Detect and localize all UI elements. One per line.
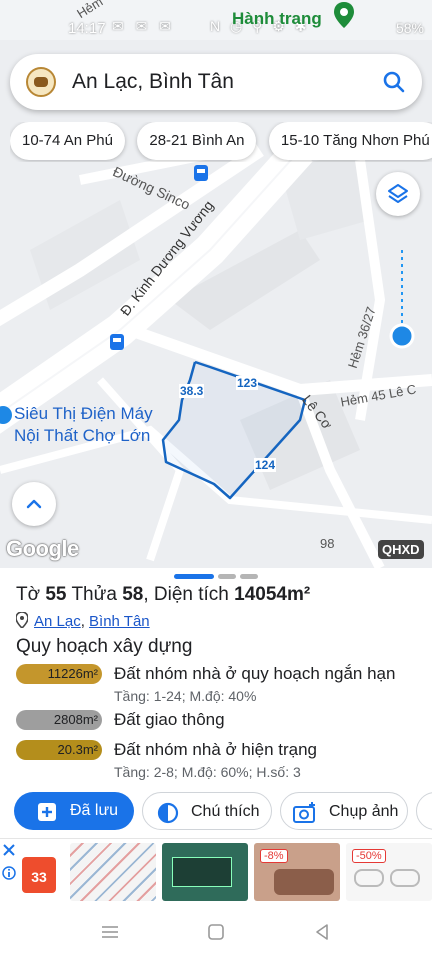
district-link[interactable]: Bình Tân <box>89 613 150 630</box>
parcel-area: 14054m² <box>234 584 311 605</box>
ad-banner[interactable]: 33 -8% -50% <box>0 838 432 904</box>
parcel-info-sheet: Tờ 55 Thửa 58, Diện tích 14054m² An Lạc,… <box>0 568 432 838</box>
parcel-edge-label-124: 124 <box>254 458 277 472</box>
take-photo-label: Chụp ảnh <box>329 803 399 820</box>
discount-tag: -8% <box>260 849 288 863</box>
sheet-pager[interactable] <box>174 574 262 579</box>
discount-tag: -50% <box>352 849 386 863</box>
zone-name: Đất giao thông <box>114 710 225 729</box>
sheet-number: 55 <box>45 584 67 605</box>
zone-detail: Tầng: 2-8; M.độ: 60%; H.số: 3 <box>114 764 301 780</box>
location-chip[interactable]: 10-74 An Phú <box>10 122 125 160</box>
pager-dot[interactable] <box>240 574 258 579</box>
zone-area-badge: 20.3m² <box>16 740 102 760</box>
layers-button[interactable] <box>376 172 420 216</box>
poi-store-name-line2[interactable]: Nội Thất Chợ Lớn <box>14 426 150 446</box>
map-pin-icon <box>334 2 354 33</box>
location-chip[interactable]: 15-10 Tăng Nhơn Phú <box>268 122 432 160</box>
camera-add-icon <box>293 801 317 832</box>
ad-product-image[interactable] <box>162 843 248 901</box>
saved-label: Đã lưu <box>70 802 119 819</box>
location-chip[interactable]: 28-21 Bình An <box>137 122 257 160</box>
status-notification-icons: ✉ ✉ ✉ <box>112 18 175 34</box>
search-bar[interactable]: An Lạc, Bình Tân <box>10 54 422 110</box>
expand-sheet-button[interactable] <box>12 482 56 526</box>
info-icon[interactable] <box>2 866 16 880</box>
location-dot <box>389 323 415 349</box>
parcel-number: 58 <box>122 584 144 605</box>
parcel-headline: Tờ 55 Thửa 58, Diện tích 14054m² <box>16 584 311 605</box>
google-watermark: Google <box>6 536 79 561</box>
legend-button[interactable]: Chú thích <box>142 792 272 830</box>
more-actions-button[interactable] <box>416 792 432 830</box>
section-title: Quy hoạch xây dựng <box>16 636 193 657</box>
pager-dot-active[interactable] <box>174 574 214 579</box>
legend-label: Chú thích <box>191 803 260 820</box>
search-icon[interactable] <box>380 68 408 96</box>
zone-detail: Tầng: 1-24; M.độ: 40% <box>114 688 257 704</box>
layers-icon <box>388 184 408 203</box>
search-title[interactable]: An Lạc, Bình Tân <box>72 70 234 94</box>
parcel-edge-label-123: 123 <box>236 376 259 390</box>
ad-product-image[interactable]: -8% <box>254 843 340 901</box>
zone-area-badge: 2808m² <box>16 710 102 730</box>
ad-product-image[interactable]: -50% <box>346 843 432 901</box>
app-logo-icon[interactable] <box>26 67 56 97</box>
map-overlay-text: Hành trang <box>232 9 322 28</box>
parcel-label: Thửa <box>71 584 117 605</box>
zone-area-badge: 11226m² <box>16 664 102 684</box>
bookmark-add-icon <box>36 800 58 832</box>
bus-stop-icon[interactable] <box>110 334 124 350</box>
area-label: Diện tích <box>153 584 229 605</box>
ad-controls <box>2 843 18 885</box>
sheet-label: Tờ <box>16 584 41 605</box>
action-bar: Đã lưu Chú thích Chụp ảnh <box>14 792 432 832</box>
qhxd-badge[interactable]: QHXD <box>378 540 424 559</box>
map-label-98: 98 <box>320 536 335 551</box>
close-icon[interactable] <box>2 843 16 857</box>
menu-icon[interactable] <box>100 922 120 942</box>
poi-store-name-line1[interactable]: Siêu Thị Điện Máy <box>14 404 153 424</box>
ad-product-image[interactable] <box>70 843 156 901</box>
location-chips: 10-74 An Phú 28-21 Bình An 15-10 Tăng Nh… <box>10 122 432 162</box>
battery-indicator: 58% <box>395 20 424 36</box>
system-nav-bar <box>0 904 432 960</box>
back-icon[interactable] <box>312 922 332 942</box>
parcel-edge-label-38: 38.3 <box>179 384 205 398</box>
home-icon[interactable] <box>206 922 226 942</box>
pager-dot[interactable] <box>218 574 236 579</box>
parcel-location: An Lạc, Bình Tân <box>15 611 150 632</box>
shopee-logo-icon[interactable]: 33 <box>22 857 56 893</box>
zone-name: Đất nhóm nhà ở hiện trạng <box>114 740 317 759</box>
take-photo-button[interactable]: Chụp ảnh <box>280 792 408 830</box>
location-pin-icon <box>15 611 29 632</box>
zone-name: Đất nhóm nhà ở quy hoạch ngắn hạn <box>114 664 396 683</box>
contrast-icon <box>157 801 179 832</box>
map-view[interactable]: 14:17 ✉ ✉ ✉ N ◷ ⚲ ⚙ ✱ 58% Hành trang Hẻm… <box>0 0 432 568</box>
status-bar: 14:17 ✉ ✉ ✉ N ◷ ⚲ ⚙ ✱ 58% <box>0 0 432 40</box>
saved-button[interactable]: Đã lưu <box>14 792 134 830</box>
bus-stop-icon[interactable] <box>194 165 208 181</box>
ward-link[interactable]: An Lạc <box>34 613 81 630</box>
chevron-up-icon <box>26 499 42 509</box>
status-time: 14:17 <box>68 20 106 37</box>
